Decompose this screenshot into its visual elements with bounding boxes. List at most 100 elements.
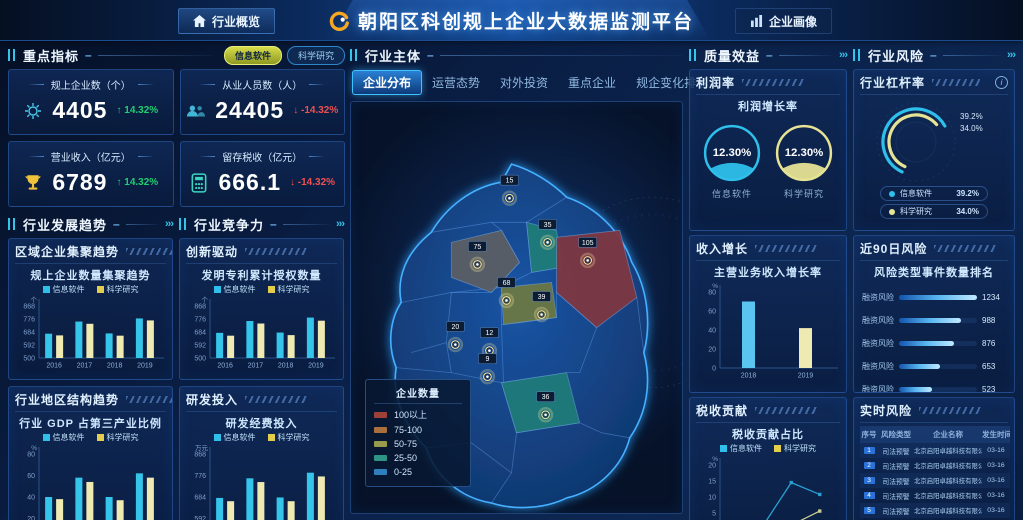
- home-icon: [193, 15, 206, 27]
- map-column: 行业主体 – 企业分布运营态势对外投资重点企业规企变化排名: [350, 46, 683, 514]
- svg-text:2017: 2017: [77, 363, 93, 370]
- bar: [246, 478, 253, 520]
- nav-industry-overview-button[interactable]: 行业概览: [178, 8, 275, 34]
- toggle-info-software[interactable]: 信息软件: [224, 46, 282, 65]
- chart-canvas: 020406080%2016201720182019: [15, 443, 166, 520]
- main-tabs: 企业分布运营态势对外投资重点企业规企变化排名: [352, 70, 681, 95]
- expand-arrows-icon[interactable]: ›››: [165, 218, 173, 230]
- svg-text:35: 35: [544, 222, 552, 229]
- page-title-text: 朝阳区科创规上企业大数据监测平台: [358, 7, 694, 34]
- card-leverage: 行业杠杆率 i 39.2% 34.0% 信息软件39.2%科学研究34.0%: [853, 69, 1015, 231]
- section-marker-icon: [350, 49, 359, 61]
- bar: [288, 501, 295, 520]
- svg-text:20: 20: [708, 347, 716, 354]
- table-header: 风险类型: [878, 426, 914, 443]
- tab-2[interactable]: 对外投资: [490, 71, 558, 94]
- svg-text:20: 20: [451, 324, 459, 331]
- svg-text:5: 5: [712, 511, 716, 518]
- svg-text:868: 868: [194, 304, 206, 311]
- bar: [86, 482, 93, 520]
- section-marker-icon: [8, 218, 17, 230]
- stat-delta: ↓ -14.32%: [290, 177, 335, 188]
- legend-swatch-sci: [97, 286, 104, 293]
- svg-text:39.2%: 39.2%: [960, 112, 983, 121]
- stat-value: 24405: [215, 97, 284, 124]
- patent-bar-chart: 500592684776868个2016201720182019: [186, 295, 337, 371]
- svg-text:20: 20: [27, 516, 35, 520]
- card-tax-contribution: 税收贡献 税收贡献占比 信息软件 科学研究 05101520%201620172…: [689, 397, 847, 520]
- svg-text:12.30%: 12.30%: [713, 147, 752, 159]
- toggle-science-research[interactable]: 科学研究: [287, 46, 345, 65]
- bar: [799, 328, 812, 368]
- bar: [106, 333, 113, 358]
- table-header: 序号: [860, 426, 878, 443]
- svg-text:684: 684: [23, 330, 35, 337]
- svg-text:%: %: [712, 456, 718, 463]
- risk-bar-row: 融资风险1234: [862, 292, 1006, 303]
- bar: [277, 333, 284, 358]
- quality-column: 质量效益 – ››› 利润率 利润增长率 12.30% 信息软件 12.30% …: [689, 46, 847, 514]
- bar: [75, 322, 82, 358]
- gauge-label: 科学研究: [784, 187, 824, 200]
- stat-value: 6789: [52, 169, 107, 196]
- section-industry-trend: 行业发展趋势 – ›››: [8, 215, 173, 233]
- chart-canvas: 500592684776868个2016201720182019: [15, 295, 166, 371]
- chart-canvas: 500592684776868万元2016201720182019: [186, 443, 337, 520]
- expand-arrows-icon[interactable]: ›››: [839, 49, 847, 61]
- card-risk-90days: 近90日风险 风险类型事件数量排名 融资风险1234融资风险988融资风险876…: [853, 235, 1015, 393]
- legend-swatch-sci: [774, 445, 781, 452]
- tab-1[interactable]: 运营态势: [422, 71, 490, 94]
- svg-text:68: 68: [503, 280, 511, 287]
- info-icon[interactable]: i: [995, 76, 1008, 89]
- svg-text:39: 39: [538, 294, 546, 301]
- bar: [147, 478, 154, 520]
- leverage-legend-item: 科学研究34.0%: [880, 204, 988, 219]
- svg-text:%: %: [712, 283, 718, 290]
- bar: [136, 318, 143, 358]
- svg-text:2019: 2019: [798, 373, 814, 380]
- map-legend: 企业数量 100以上75-10050-7525-500-25: [365, 379, 471, 487]
- data-point: [818, 509, 821, 512]
- trophy-icon: [23, 173, 43, 193]
- svg-text:684: 684: [194, 330, 206, 337]
- tab-0[interactable]: 企业分布: [352, 70, 422, 95]
- bar: [246, 321, 253, 358]
- section-title: 重点指标: [23, 46, 79, 65]
- svg-text:868: 868: [194, 452, 206, 459]
- svg-text:10: 10: [708, 495, 716, 502]
- bar: [147, 320, 154, 358]
- tab-3[interactable]: 重点企业: [558, 71, 626, 94]
- svg-text:80: 80: [27, 452, 35, 459]
- svg-text:2018: 2018: [107, 363, 123, 370]
- left-column: 重点指标 – 信息软件 科学研究 规上企业数（个） 4405 ↑ 14.32%从…: [8, 46, 345, 514]
- svg-text:75: 75: [474, 244, 482, 251]
- risk-table-row: 3司法预警北京启阳卓越科技有限公司03-16: [860, 473, 1010, 488]
- section-marker-icon: [8, 49, 17, 61]
- top-header-bar: 行业概览 朝阳区科创规上企业大数据监测平台 企业画像: [0, 0, 1023, 40]
- svg-text:12.30%: 12.30%: [785, 147, 824, 159]
- nav-enterprise-profile-button[interactable]: 企业画像: [735, 8, 832, 34]
- realtime-risk-table: 序号风险类型企业名称发生时间 1司法预警北京启阳卓越科技有限公司03-162司法…: [860, 426, 1010, 520]
- stat-card-3: 留存税收（亿元） 666.1 ↓ -14.32%: [180, 141, 346, 207]
- svg-text:2018: 2018: [278, 363, 294, 370]
- profit-gauge-0: 12.30% 信息软件: [702, 123, 762, 200]
- risk-table-row: 2司法预警北京启阳卓越科技有限公司03-16: [860, 458, 1010, 473]
- legend-swatch-info: [43, 286, 50, 293]
- expand-arrows-icon[interactable]: ›››: [1007, 49, 1015, 61]
- page-title: 朝阳区科创规上企业大数据监测平台: [329, 7, 694, 34]
- svg-text:12: 12: [486, 330, 494, 337]
- map-legend-item: 25-50: [374, 453, 462, 463]
- map-legend-title: 企业数量: [374, 385, 462, 404]
- bar: [288, 335, 295, 358]
- risk-table-row: 4司法预警北京启阳卓越科技有限公司03-16: [860, 488, 1010, 503]
- chart-canvas: 500592684776868个2016201720182019: [186, 295, 337, 371]
- bar: [117, 336, 124, 358]
- svg-text:868: 868: [23, 304, 35, 311]
- expand-arrows-icon[interactable]: ›››: [336, 218, 344, 230]
- svg-text:776: 776: [194, 473, 206, 480]
- card-income-growth: 收入增长 主营业务收入增长率 020406080%20182019: [689, 235, 847, 393]
- svg-text:2016: 2016: [46, 363, 62, 370]
- industry-toggle-group: 信息软件 科学研究: [224, 46, 345, 65]
- bar: [45, 497, 52, 520]
- risk-bar-row: 融资风险876: [862, 338, 1006, 349]
